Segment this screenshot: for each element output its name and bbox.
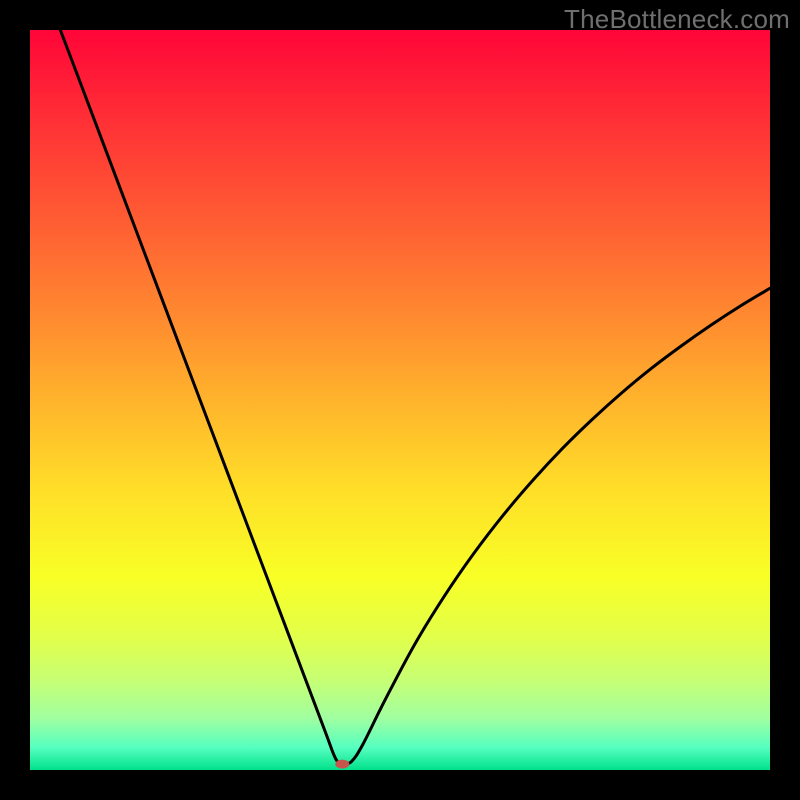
gradient-background [30, 30, 770, 770]
plot-area [30, 30, 770, 770]
minimum-marker [335, 760, 349, 769]
chart-frame: TheBottleneck.com [0, 0, 800, 800]
chart-svg [30, 30, 770, 770]
